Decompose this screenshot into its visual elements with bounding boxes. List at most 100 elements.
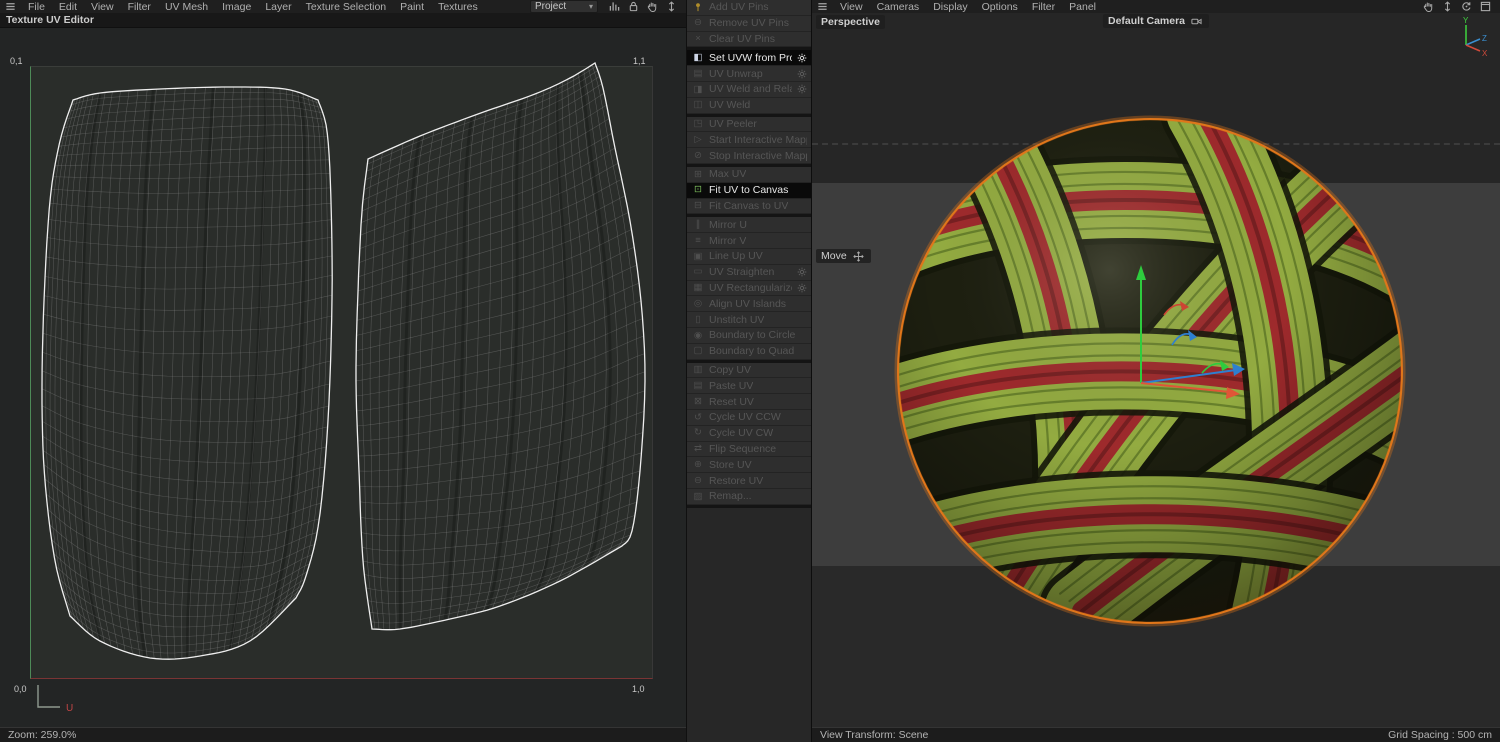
chevron-down-icon: ▾ [588, 2, 593, 11]
command-copy-uv: ▥ Copy UV [687, 362, 811, 379]
menu-item-cameras[interactable]: Cameras [870, 1, 927, 13]
gear-icon[interactable] [797, 267, 807, 277]
command-group-4: ∥ Mirror U ≡ Mirror V ▣ Line Up UV ▭ UV Straigh… [687, 217, 811, 363]
viewport-statusbar: View Transform: Scene Grid Spacing : 500… [812, 727, 1500, 742]
command-label: Align UV Islands [709, 297, 787, 310]
gear-icon[interactable] [797, 283, 807, 293]
uv-corner-10: 1,0 [632, 684, 645, 694]
command-label: Unstitch UV [709, 313, 765, 326]
menu-item-texture-selection[interactable]: Texture Selection [299, 1, 394, 13]
viewport-menu-hamburger-icon[interactable] [817, 1, 830, 12]
command-label: Flip Sequence [709, 442, 777, 455]
texture-uv-editor-panel: File Edit View Filter UV Mesh Image Layer Textu… [0, 0, 687, 742]
command-uv-straighten: ▭ UV Straighten [687, 264, 811, 281]
align-icon: ◎ [693, 297, 703, 309]
max-icon: ⊞ [694, 168, 702, 180]
orientation-axis-gizmo[interactable]: Y Z X [1450, 15, 1494, 59]
command-mirror-v: ≡ Mirror V [687, 233, 811, 249]
mirror-v-icon: ≡ [695, 234, 701, 246]
command-label: UV Straighten [709, 266, 775, 279]
menu-item-textures[interactable]: Textures [431, 1, 485, 13]
lock-icon[interactable] [627, 1, 640, 13]
menu-item-filter[interactable]: Filter [121, 1, 158, 13]
menu-item-display[interactable]: Display [926, 1, 974, 13]
command-unstitch-uv: ▯ Unstitch UV [687, 312, 811, 328]
menu-item-view[interactable]: View [833, 1, 870, 13]
menu-item-filter[interactable]: Filter [1025, 1, 1062, 13]
uv-commands-panel: Add UV Pins ⊖ Remove UV Pins × Clear UV Pins… [687, 0, 812, 742]
project-dropdown[interactable]: Project ▾ [530, 0, 598, 13]
menu-item-edit[interactable]: Edit [52, 1, 84, 13]
command-align-uv-islands: ◎ Align UV Islands [687, 296, 811, 313]
command-label: UV Weld [709, 99, 751, 112]
command-label: Clear UV Pins [709, 32, 775, 45]
gear-icon[interactable] [797, 69, 807, 79]
command-label: Boundary to Quad [709, 345, 795, 358]
grid-spacing-readout: Grid Spacing : 500 cm [1388, 729, 1492, 741]
viewport-panel: View Cameras Display Options Filter Panel Per… [812, 0, 1500, 742]
command-label: Line Up UV [709, 250, 763, 263]
viewport-menubar: View Cameras Display Options Filter Panel [812, 0, 1500, 13]
command-uv-unwrap: ▤ UV Unwrap [687, 66, 811, 82]
command-paste-uv: ▤ Paste UV [687, 378, 811, 395]
command-label: Add UV Pins [709, 1, 769, 14]
move-tool-label: Move [816, 249, 871, 263]
command-stop-interactive-mapping: ⊘ Stop Interactive Mapping [687, 148, 811, 164]
arrow-updown-icon[interactable] [665, 1, 678, 13]
woven-ball-model[interactable] [812, 13, 1500, 727]
command-remove-uv-pins: ⊖ Remove UV Pins [687, 15, 811, 32]
ccw-icon: ↺ [694, 411, 702, 423]
viewport-3d[interactable]: Perspective Default Camera Move Y Z X [812, 13, 1500, 727]
histogram-icon[interactable] [608, 1, 621, 13]
menu-item-layer[interactable]: Layer [258, 1, 298, 13]
menu-item-options[interactable]: Options [975, 1, 1025, 13]
maximize-panel-icon[interactable] [1479, 1, 1492, 13]
pin-icon [692, 2, 704, 12]
gear-icon[interactable] [797, 84, 807, 94]
command-group-1: ◧ Set UVW from Projection ▤ UV Unwrap ◨ UV We… [687, 50, 811, 117]
command-label: Copy UV [709, 363, 752, 376]
camera-icon [1191, 15, 1202, 27]
fit-canvas-icon: ⊡ [694, 184, 702, 196]
remap-icon: ▨ [693, 490, 703, 502]
reset-icon: ⊠ [694, 395, 702, 407]
rotate-view-icon[interactable] [1460, 1, 1473, 13]
command-fit-canvas-to-uv: ⊟ Fit Canvas to UV [687, 198, 811, 215]
command-label: Max UV [709, 168, 747, 181]
arrow-updown-icon[interactable] [1441, 1, 1454, 13]
command-label: Cycle UV CCW [709, 411, 781, 424]
camera-label[interactable]: Default Camera [1102, 14, 1210, 28]
command-label: Start Interactive Mapping [709, 133, 807, 146]
uv-editor-titlebar: Texture UV Editor [0, 13, 686, 28]
uv-menus: File Edit View Filter UV Mesh Image Layer Textu… [21, 1, 485, 13]
command-mirror-u: ∥ Mirror U [687, 217, 811, 234]
command-label: UV Rectangularize [709, 281, 792, 294]
hand-icon[interactable] [646, 1, 659, 13]
menu-item-image[interactable]: Image [215, 1, 258, 13]
menu-item-view[interactable]: View [84, 1, 121, 13]
uv-canvas[interactable] [30, 66, 653, 679]
unwrap-icon: ▤ [693, 67, 703, 79]
command-flip-sequence: ⇄ Flip Sequence [687, 441, 811, 458]
gear-icon[interactable] [797, 53, 807, 63]
uv-statusbar: Zoom: 259.0% [0, 727, 686, 742]
menu-item-uv-mesh[interactable]: UV Mesh [158, 1, 215, 13]
command-label: Paste UV [709, 379, 754, 392]
menu-item-paint[interactable]: Paint [393, 1, 431, 13]
menu-item-panel[interactable]: Panel [1062, 1, 1103, 13]
command-cycle-uv-ccw: ↺ Cycle UV CCW [687, 409, 811, 426]
store-icon: ⊕ [694, 458, 702, 470]
command-uv-rectangularize: ▦ UV Rectangularize [687, 280, 811, 297]
command-set-uvw-from-projection[interactable]: ◧ Set UVW from Projection [687, 50, 811, 67]
command-label: UV Weld and Relax [709, 83, 792, 96]
command-reset-uv: ⊠ Reset UV [687, 394, 811, 410]
command-uv-peeler: ◳ UV Peeler [687, 116, 811, 133]
command-fit-uv-to-canvas[interactable]: ⊡ Fit UV to Canvas [687, 182, 811, 199]
command-restore-uv: ⊖ Restore UV [687, 473, 811, 489]
menu-item-file[interactable]: File [21, 1, 52, 13]
command-start-interactive-mapping: ▷ Start Interactive Mapping [687, 132, 811, 149]
menu-hamburger-icon[interactable] [5, 1, 18, 12]
command-uv-weld-and-relax: ◨ UV Weld and Relax [687, 81, 811, 98]
command-label: UV Peeler [709, 117, 757, 130]
hand-icon[interactable] [1422, 1, 1435, 13]
